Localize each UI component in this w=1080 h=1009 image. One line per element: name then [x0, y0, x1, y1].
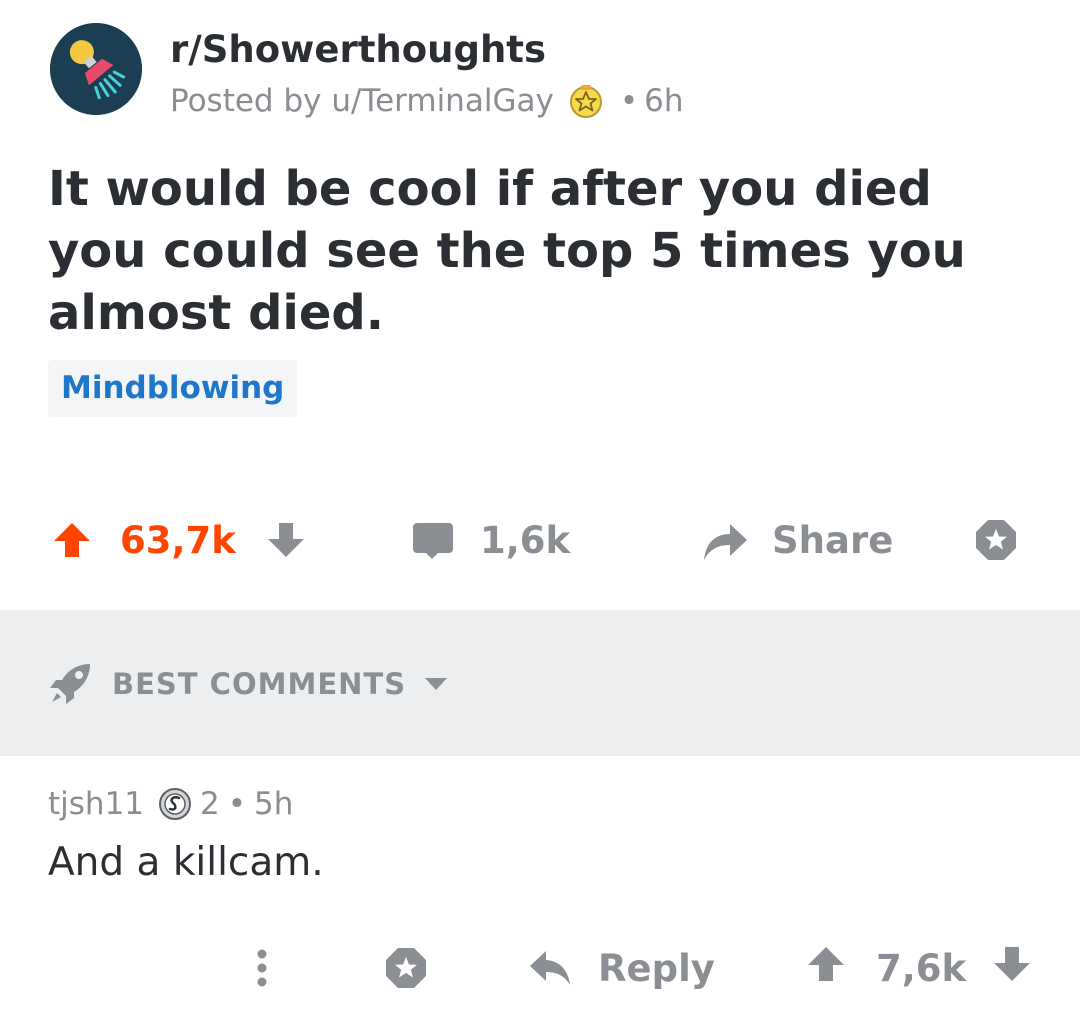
comment-bubble-icon — [413, 523, 453, 559]
share-arrow-icon — [704, 524, 747, 560]
subreddit-name[interactable]: r/Showerthoughts — [170, 28, 546, 72]
subreddit-avatar[interactable] — [50, 23, 142, 115]
comment-meta: tjsh11 2 • 5h — [48, 784, 293, 824]
downvote-button[interactable] — [266, 520, 306, 560]
post-age: 6h — [644, 83, 684, 119]
comment-more-button[interactable] — [250, 940, 274, 996]
more-vertical-icon — [257, 949, 267, 987]
comment-author[interactable]: tjsh11 — [48, 786, 144, 822]
arrow-down-icon — [994, 946, 1031, 981]
upvote-button[interactable] — [52, 520, 92, 560]
arrow-up-icon — [54, 523, 90, 557]
caret-down-icon — [425, 678, 448, 690]
share-label: Share — [772, 518, 894, 562]
comment-body[interactable]: And a killcam. — [48, 838, 324, 888]
comment-vote-group: 7,6k — [806, 940, 1032, 996]
reply-label: Reply — [598, 946, 715, 990]
reply-arrow-icon — [530, 951, 570, 985]
comment-upvote-button[interactable] — [806, 944, 846, 993]
comment-score: 7,6k — [876, 946, 967, 990]
sort-label: BEST COMMENTS — [112, 667, 407, 701]
post-flair[interactable]: Mindblowing — [48, 360, 298, 417]
award-count: 2 — [200, 786, 220, 822]
post-score: 63,7k — [120, 518, 236, 562]
shower-lightbulb-icon — [50, 23, 142, 115]
star-badge-icon — [568, 83, 604, 119]
comment-count: 1,6k — [480, 518, 571, 562]
comment-award-button[interactable] — [384, 940, 428, 996]
arrow-up-icon — [808, 946, 844, 981]
post-title[interactable]: It would be cool if after you died you c… — [48, 158, 1038, 344]
post-meta: Posted by u/TerminalGay • 6h — [170, 80, 683, 122]
comments-button[interactable]: 1,6k — [412, 512, 570, 568]
award-button[interactable] — [974, 512, 1018, 568]
comment-downvote-button[interactable] — [992, 944, 1032, 993]
award-star-icon — [386, 948, 426, 988]
comment-meta-separator: • — [227, 786, 247, 822]
rocket-icon — [50, 664, 90, 704]
share-button[interactable]: Share — [702, 512, 893, 568]
comment-age: 5h — [254, 786, 294, 822]
sort-comments-button[interactable]: BEST COMMENTS — [48, 661, 448, 707]
reply-button[interactable]: Reply — [528, 940, 715, 996]
arrow-down-icon — [267, 523, 304, 557]
posted-by[interactable]: Posted by u/TerminalGay — [170, 80, 554, 122]
award-star-icon — [976, 520, 1016, 560]
post-vote-group: 63,7k — [52, 512, 306, 568]
silver-award-icon — [158, 787, 192, 821]
meta-separator: • — [619, 83, 639, 119]
